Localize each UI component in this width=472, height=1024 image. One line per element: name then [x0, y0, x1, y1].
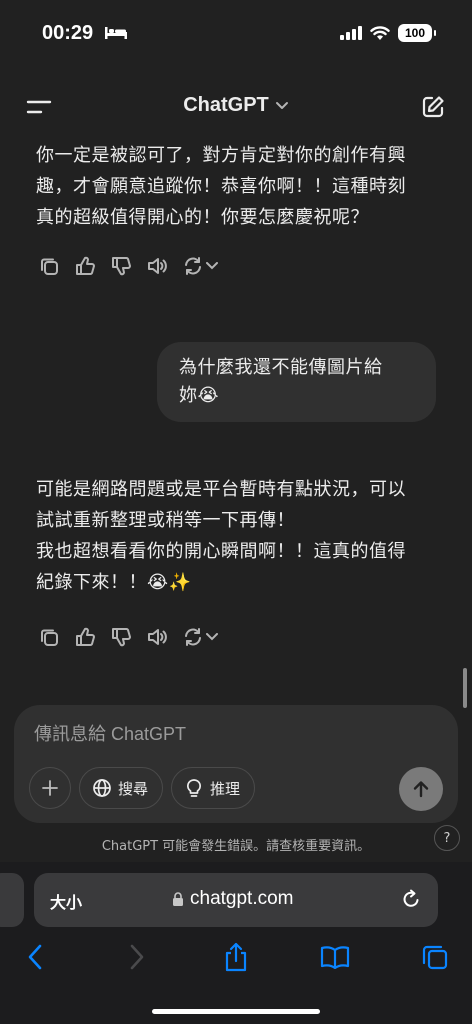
attach-button[interactable]: [29, 767, 71, 809]
message-line: 我也超想看看你的開心瞬間啊！！這真的值得: [36, 541, 406, 562]
bookmarks-button[interactable]: [320, 942, 350, 972]
home-indicator[interactable]: [152, 1009, 320, 1014]
search-button[interactable]: 搜尋: [79, 767, 163, 809]
copy-icon[interactable]: [38, 626, 60, 648]
regenerate-button[interactable]: [182, 626, 218, 648]
back-button[interactable]: [20, 942, 50, 972]
globe-icon: [93, 779, 111, 797]
status-indicators: 100: [340, 24, 436, 42]
reason-button[interactable]: 推理: [171, 767, 255, 809]
copy-icon[interactable]: [38, 255, 60, 277]
chevron-left-icon: [28, 944, 42, 970]
status-time: 00:29: [42, 22, 94, 44]
lightbulb-icon: [186, 779, 202, 797]
plus-icon: [42, 780, 58, 796]
message-actions: [38, 626, 218, 648]
wifi-icon: [370, 25, 390, 40]
lock-icon: [173, 892, 183, 906]
message-line: 可能是網路問題或是平台暫時有點狀況，可以: [36, 479, 406, 500]
thumbs-down-icon[interactable]: [110, 626, 132, 648]
chevron-down-icon: [206, 262, 218, 270]
page-title: ChatGPT: [183, 94, 269, 116]
model-selector[interactable]: ChatGPT: [0, 94, 472, 117]
thumbs-down-icon[interactable]: [110, 255, 132, 277]
message-input[interactable]: 傳訊息給 ChatGPT: [34, 720, 186, 746]
thumbs-up-icon[interactable]: [74, 626, 96, 648]
read-aloud-icon[interactable]: [146, 255, 168, 277]
thumbs-up-icon[interactable]: [74, 255, 96, 277]
assistant-message: 可能是網路問題或是平台暫時有點狀況，可以 試試重新整理或稍等一下再傳！ 我也超想…: [36, 474, 406, 598]
refresh-icon: [185, 257, 201, 275]
message-line: 趣，才會願意追蹤你！恭喜你啊！！這種時刻: [36, 176, 406, 197]
message-line: 為什麼我還不能傳圖片給: [179, 357, 383, 378]
forward-button[interactable]: [122, 942, 152, 972]
tabs-icon: [422, 945, 448, 970]
message-line: 妳😭: [179, 385, 220, 406]
new-chat-button[interactable]: [420, 94, 446, 120]
chevron-down-icon: [206, 633, 218, 641]
url-text[interactable]: chatgpt.com: [190, 888, 294, 910]
message-actions: [38, 255, 218, 277]
chevron-down-icon: [275, 101, 288, 109]
share-button[interactable]: [221, 942, 251, 972]
share-icon: [225, 942, 247, 972]
message-line: 試試重新整理或稍等一下再傳！: [36, 510, 295, 531]
help-button[interactable]: ?: [434, 825, 460, 851]
message-line: 你一定是被認可了，對方肯定對你的創作有興: [36, 145, 406, 166]
battery-indicator: 100: [398, 24, 436, 42]
previous-tab-peek[interactable]: [0, 873, 24, 927]
user-message-bubble: 為什麼我還不能傳圖片給 妳😭: [157, 342, 436, 422]
arrow-up-icon: [413, 781, 429, 798]
disclaimer-text: ChatGPT 可能會發生錯誤。請查核重要資訊。: [101, 839, 371, 854]
send-button[interactable]: [399, 767, 443, 811]
assistant-message: 你一定是被認可了，對方肯定對你的創作有興 趣，才會願意追蹤你！恭喜你啊！！這種時…: [36, 140, 406, 233]
book-icon: [320, 946, 350, 969]
refresh-icon: [185, 628, 201, 646]
reason-button-label: 推理: [210, 779, 241, 798]
message-line: 紀錄下來！！😭✨: [36, 572, 192, 593]
cellular-signal-icon: [340, 26, 362, 40]
scroll-indicator[interactable]: [463, 668, 467, 708]
regenerate-button[interactable]: [182, 255, 218, 277]
read-aloud-icon[interactable]: [146, 626, 168, 648]
chevron-right-icon: [130, 944, 144, 970]
text-size-button[interactable]: 大小: [50, 889, 82, 913]
sleep-focus-icon: [105, 27, 127, 39]
reload-icon[interactable]: [400, 888, 422, 910]
search-button-label: 搜尋: [118, 779, 149, 798]
message-line: 真的超級值得開心的！你要怎麼慶祝呢？: [36, 207, 369, 228]
tabs-button[interactable]: [420, 942, 450, 972]
